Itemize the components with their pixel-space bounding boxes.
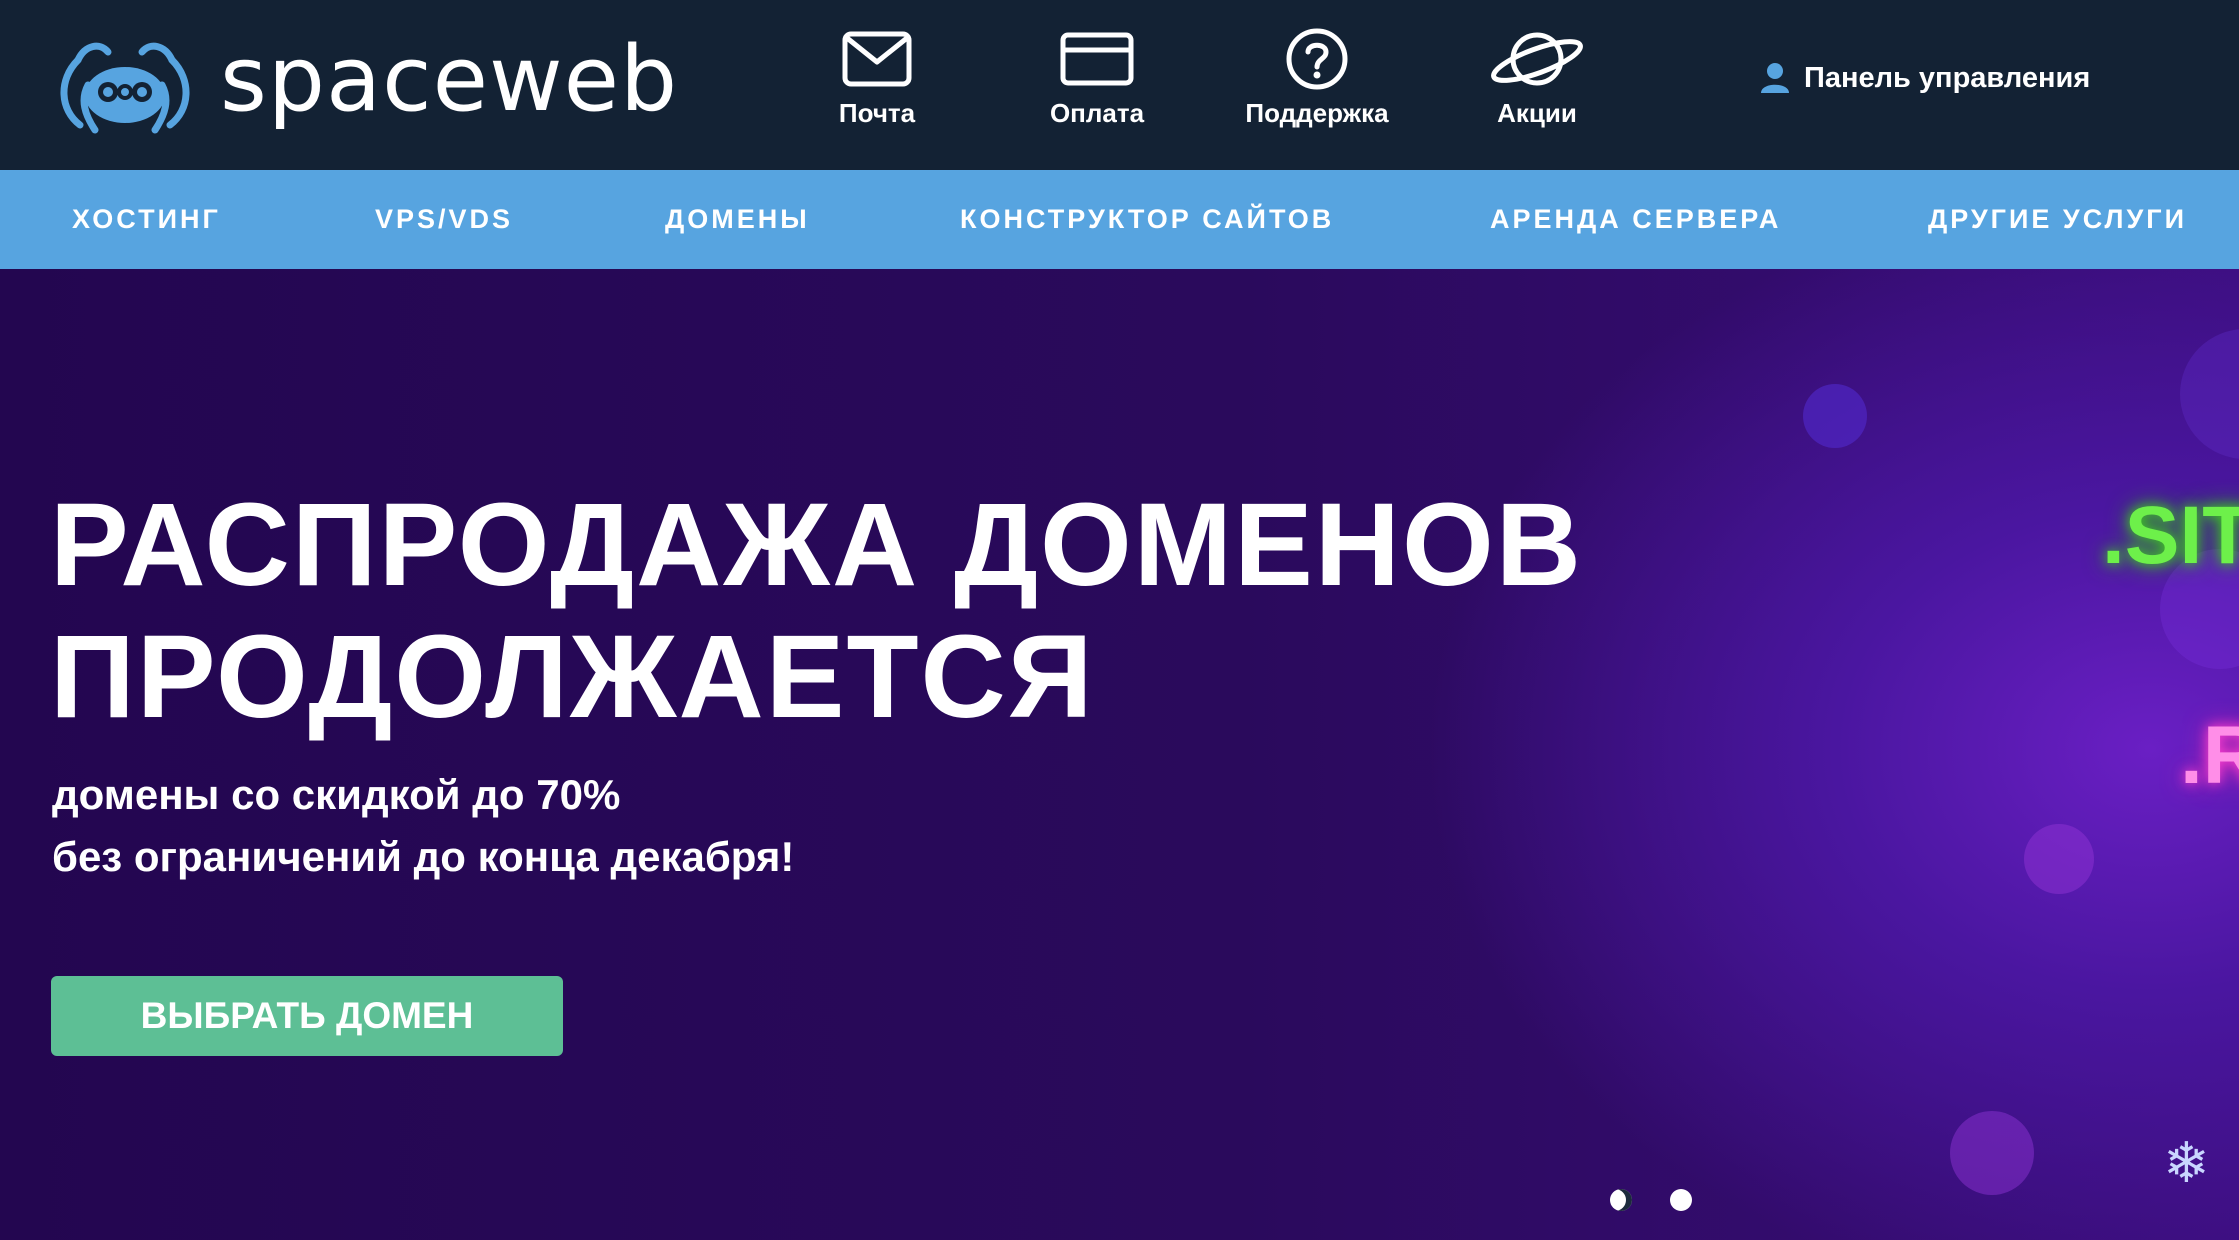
control-panel-link[interactable]: Панель управления: [1760, 58, 2090, 98]
hero-title-line: РАСПРОДАЖА ДОМЕНОВ: [50, 479, 1584, 611]
topnav-payment[interactable]: Оплата: [997, 30, 1197, 129]
hero-subtitle: домены со скидкой до 70% без ограничений…: [52, 764, 794, 888]
nav-domains[interactable]: ДОМЕНЫ: [665, 170, 810, 269]
topnav-mail-label: Почта: [838, 98, 916, 128]
user-icon: [1761, 63, 1789, 93]
nav-hosting[interactable]: ХОСТИНГ: [72, 170, 221, 269]
hero-subtitle-line: без ограничений до конца декабря!: [52, 833, 795, 880]
topnav-support-label: Поддержка: [1245, 98, 1389, 128]
control-panel-label: Панель управления: [1804, 61, 2091, 94]
topnav-payment-label: Оплата: [1049, 98, 1145, 128]
help-icon: [1286, 28, 1348, 90]
neon-domain-text: .SIT: [2102, 490, 2239, 581]
bokeh-light: [1950, 1111, 2034, 1195]
top-header: spaceweb Почта Оплата Поддержка Акции Па…: [0, 0, 2239, 170]
topnav-promo[interactable]: Акции: [1437, 30, 1637, 129]
bokeh-light: [1803, 384, 1867, 448]
nav-vps-vds[interactable]: VPS/VDS: [375, 170, 513, 269]
carousel-dot-2[interactable]: [1670, 1189, 1692, 1211]
nav-server-rental[interactable]: АРЕНДА СЕРВЕРА: [1490, 170, 1781, 269]
hero-banner: .SIT .R ❄ РАСПРОДАЖА ДОМЕНОВ ПРОДОЛЖАЕТС…: [0, 269, 2239, 1240]
choose-domain-button[interactable]: ВЫБРАТЬ ДОМЕН: [51, 976, 563, 1056]
topnav-mail[interactable]: Почта: [777, 30, 977, 129]
logo[interactable]: spaceweb: [50, 30, 678, 140]
bokeh-light: [2180, 329, 2239, 459]
hero-subtitle-line: домены со скидкой до 70%: [52, 771, 621, 818]
hero-title-line: ПРОДОЛЖАЕТСЯ: [50, 611, 1095, 743]
main-nav: ХОСТИНГ VPS/VDS ДОМЕНЫ КОНСТРУКТОР САЙТО…: [0, 170, 2239, 269]
topnav-promo-label: Акции: [1497, 98, 1577, 128]
snowflake-icon: ❄: [2163, 1131, 2210, 1194]
nav-other-services[interactable]: ДРУГИЕ УСЛУГИ: [1928, 170, 2187, 269]
carousel-dot-1[interactable]: [1610, 1189, 1632, 1211]
spider-logo-icon: [60, 42, 190, 134]
mail-icon: [842, 31, 912, 87]
bokeh-light: [2024, 824, 2094, 894]
nav-site-builder[interactable]: КОНСТРУКТОР САЙТОВ: [960, 170, 1334, 269]
card-icon: [1060, 32, 1134, 86]
logo-text: spaceweb: [220, 27, 679, 132]
neon-domain-text: .R: [2180, 710, 2239, 801]
hero-title: РАСПРОДАЖА ДОМЕНОВ ПРОДОЛЖАЕТСЯ: [50, 479, 1583, 743]
planet-icon: [1491, 32, 1583, 86]
topnav-support[interactable]: Поддержка: [1217, 28, 1417, 129]
